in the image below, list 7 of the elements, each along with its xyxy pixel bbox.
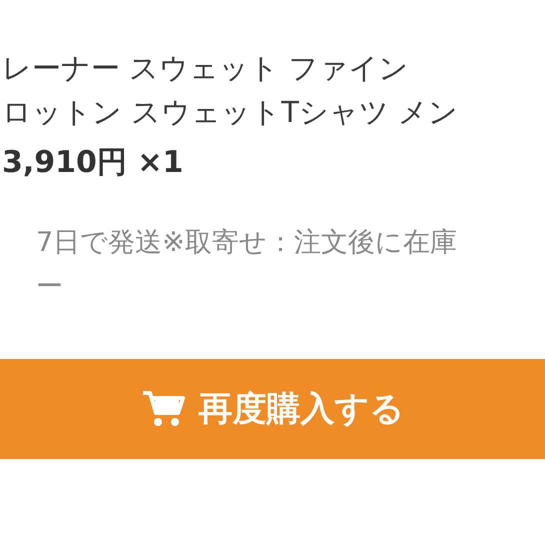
product-title: レーナー スウェット ファイン: [1, 50, 408, 87]
cart-icon: [140, 389, 184, 429]
buy-again-button[interactable]: 再度購入する: [0, 359, 545, 459]
shipping-note: 7日で発送※取寄せ：注文後に在庫: [35, 226, 457, 260]
product-title: ロットン スウェットTシャツ メン: [1, 94, 458, 131]
product-price: 3,910円 ×1: [1, 144, 184, 182]
shipping-note: ー: [35, 270, 63, 304]
